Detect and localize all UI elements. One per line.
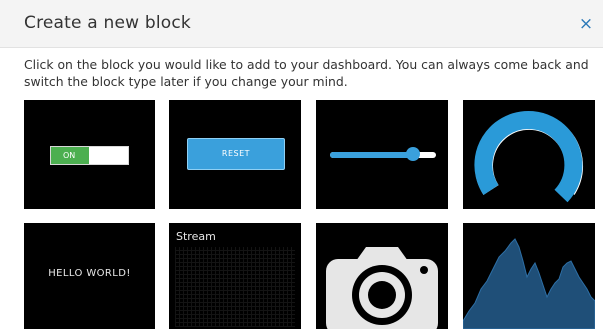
dialog-header: Create a new block ×: [0, 0, 603, 48]
slider-thumb: [406, 147, 420, 161]
camera-icon: [326, 247, 438, 329]
block-image[interactable]: [316, 223, 448, 329]
area-chart-icon: [463, 238, 595, 329]
slider-fill: [330, 152, 416, 158]
dialog-title: Create a new block: [24, 13, 191, 33]
block-toggle[interactable]: ON: [24, 100, 155, 209]
block-slider[interactable]: [316, 100, 448, 209]
block-text[interactable]: HELLO WORLD!: [24, 223, 155, 329]
reset-button-preview: RESET: [187, 138, 285, 170]
block-stream[interactable]: Stream: [169, 223, 301, 329]
stream-grid: [175, 247, 295, 327]
stream-label: Stream: [176, 230, 216, 243]
block-line-chart[interactable]: [463, 223, 595, 329]
toggle-switch: ON: [50, 146, 129, 165]
close-icon[interactable]: ×: [577, 15, 595, 33]
text-preview: HELLO WORLD!: [48, 268, 131, 279]
toggle-on-label: ON: [51, 147, 89, 164]
block-momentary-button[interactable]: RESET: [169, 100, 301, 209]
block-gauge[interactable]: [463, 100, 595, 209]
dialog-description: Click on the block you would like to add…: [24, 57, 589, 89]
slider-track: [330, 152, 436, 158]
gauge-icon: [474, 110, 583, 203]
